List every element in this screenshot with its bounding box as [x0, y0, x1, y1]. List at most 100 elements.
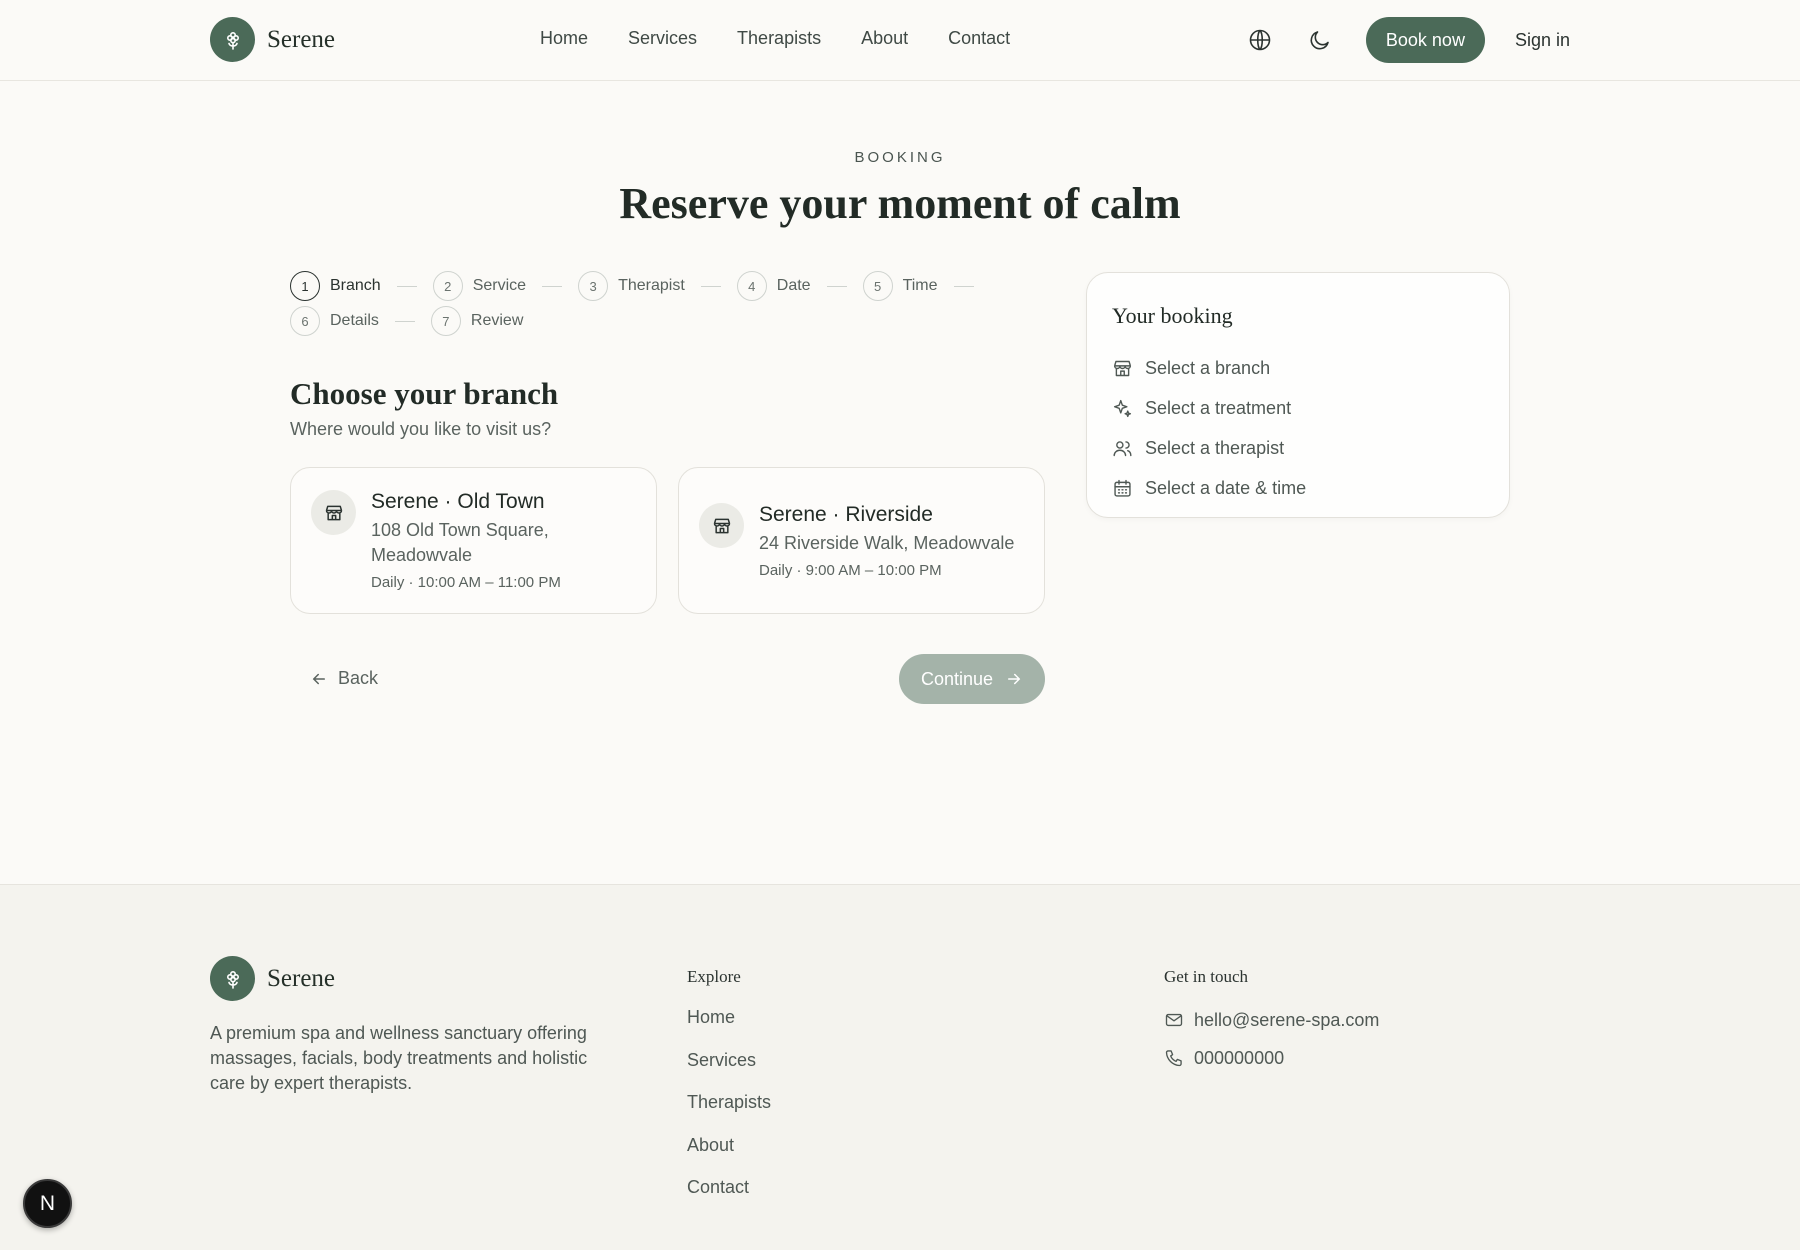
step-separator — [542, 285, 563, 287]
arrow-right-icon — [1008, 673, 1021, 685]
step-number: 6 — [290, 306, 320, 336]
step-separator — [394, 320, 415, 322]
contact-phone[interactable]: 000000000 — [1164, 1039, 1379, 1077]
users-icon — [1113, 440, 1132, 456]
section-title: Choose your branch — [290, 376, 559, 411]
step-number: 7 — [430, 306, 461, 336]
brand-name: Serene — [267, 25, 336, 53]
store-icon — [699, 503, 744, 548]
footer-contact: hello@serene-spa.com 000000000 — [1164, 1001, 1379, 1077]
header-actions: Book now Sign in — [1240, 17, 1570, 63]
back-button[interactable]: Back — [310, 668, 378, 689]
branch-card-riverside[interactable]: Serene · Riverside 24 Riverside Walk, Me… — [678, 467, 1045, 614]
brand-logo[interactable]: Serene — [210, 17, 335, 62]
booking-stepper: 1 Branch 2 Service 3 Therapist 4 Date 5 … — [290, 271, 1010, 341]
branch-name: Serene · Riverside — [759, 503, 933, 526]
summary-label: Select a treatment — [1145, 397, 1292, 418]
step-therapist[interactable]: 3 Therapist — [578, 271, 685, 301]
continue-button[interactable]: Continue — [899, 654, 1045, 704]
nav-home[interactable]: Home — [540, 28, 588, 49]
calendar-icon — [1114, 479, 1131, 497]
summary-label: Select a branch — [1145, 357, 1271, 378]
branch-hours: Daily · 10:00 AM – 11:00 PM — [371, 574, 561, 591]
footer-logo[interactable]: Serene — [210, 956, 335, 1001]
store-icon — [1113, 360, 1132, 376]
branch-name: Serene · Old Town — [371, 490, 545, 513]
phone-icon — [1165, 1050, 1182, 1067]
mail-icon — [1165, 1013, 1183, 1027]
page-eyebrow: BOOKING — [854, 149, 946, 166]
badge-label: N — [39, 1191, 56, 1215]
globe-icon[interactable] — [1240, 20, 1280, 60]
summary-label: Select a therapist — [1145, 437, 1285, 458]
step-label: Review — [470, 312, 524, 329]
footer-link-contact[interactable]: Contact — [687, 1177, 771, 1220]
branch-card-old-town[interactable]: Serene · Old Town 108 Old Town Square, M… — [290, 467, 657, 614]
moon-icon[interactable] — [1300, 20, 1340, 60]
step-separator — [826, 285, 847, 287]
site-footer: Serene A premium spa and wellness sanctu… — [0, 884, 1800, 1250]
step-number: 1 — [290, 271, 320, 301]
step-number: 4 — [736, 271, 767, 301]
section-subtitle: Where would you like to visit us? — [290, 419, 552, 439]
step-separator — [700, 285, 721, 287]
summary-item-therapist: Select a therapist — [1112, 428, 1306, 468]
step-label: Branch — [330, 277, 381, 294]
nav-contact[interactable]: Contact — [948, 28, 1010, 49]
sparkles-icon — [1113, 399, 1132, 417]
step-service[interactable]: 2 Service — [432, 271, 527, 301]
step-label: Details — [330, 312, 379, 329]
continue-label: Continue — [920, 668, 994, 689]
contact-email-text: hello@serene-spa.com — [1194, 1009, 1380, 1030]
branch-hours: Daily · 9:00 AM – 10:00 PM — [759, 562, 942, 579]
branch-address: 108 Old Town Square, — [371, 520, 549, 540]
summary-item-treatment: Select a treatment — [1112, 388, 1306, 428]
sign-in-link[interactable]: Sign in — [1515, 30, 1570, 51]
step-label: Date — [776, 277, 811, 294]
main-nav: Home Services Therapists About Contact — [540, 28, 1010, 49]
summary-item-datetime: Select a date & time — [1112, 468, 1306, 508]
lotus-icon — [210, 17, 255, 62]
footer-description: A premium spa and wellness sanctuary off… — [210, 1023, 588, 1093]
step-branch[interactable]: 1 Branch — [290, 271, 381, 301]
summary-title: Your booking — [1112, 303, 1233, 328]
branch-address: Meadowvale — [371, 545, 473, 565]
step-number: 5 — [862, 271, 893, 301]
nav-services[interactable]: Services — [628, 28, 697, 49]
step-label: Therapist — [618, 277, 685, 294]
footer-link-about[interactable]: About — [687, 1135, 771, 1178]
step-number: 2 — [432, 271, 463, 301]
dev-tools-badge[interactable]: N — [23, 1179, 72, 1228]
step-label: Time — [902, 277, 938, 294]
footer-explore-links: Home Services Therapists About Contact — [687, 1007, 771, 1220]
step-date[interactable]: 4 Date — [736, 271, 811, 301]
footer-link-therapists[interactable]: Therapists — [687, 1092, 771, 1135]
footer-contact-title: Get in touch — [1164, 967, 1249, 986]
step-separator — [396, 285, 417, 287]
summary-label: Select a date & time — [1145, 477, 1307, 498]
nav-about[interactable]: About — [861, 28, 908, 49]
page-title: Reserve your moment of calm — [619, 179, 1181, 228]
nav-therapists[interactable]: Therapists — [737, 28, 821, 49]
booking-summary: Your booking Select a branch Select a tr… — [1086, 272, 1510, 518]
contact-email[interactable]: hello@serene-spa.com — [1164, 1001, 1379, 1039]
step-details[interactable]: 6 Details — [290, 306, 379, 336]
branch-address: 24 Riverside Walk, Meadowvale — [759, 533, 1015, 553]
footer-brand-name: Serene — [267, 964, 336, 992]
footer-explore-title: Explore — [687, 967, 741, 986]
store-icon — [311, 490, 356, 535]
step-separator — [953, 285, 974, 287]
lotus-icon — [210, 956, 255, 1001]
step-label: Service — [472, 277, 527, 294]
arrow-left-icon — [312, 673, 325, 684]
back-label: Back — [338, 668, 379, 688]
footer-link-services[interactable]: Services — [687, 1050, 771, 1093]
site-header: Serene Home Services Therapists About Co… — [0, 0, 1800, 81]
step-time[interactable]: 5 Time — [862, 271, 938, 301]
step-number: 3 — [578, 271, 609, 301]
book-now-button[interactable]: Book now — [1365, 17, 1485, 63]
contact-phone-text: 000000000 — [1194, 1047, 1285, 1068]
footer-link-home[interactable]: Home — [687, 1007, 771, 1050]
step-review[interactable]: 7 Review — [430, 306, 524, 336]
summary-item-branch: Select a branch — [1112, 348, 1306, 388]
